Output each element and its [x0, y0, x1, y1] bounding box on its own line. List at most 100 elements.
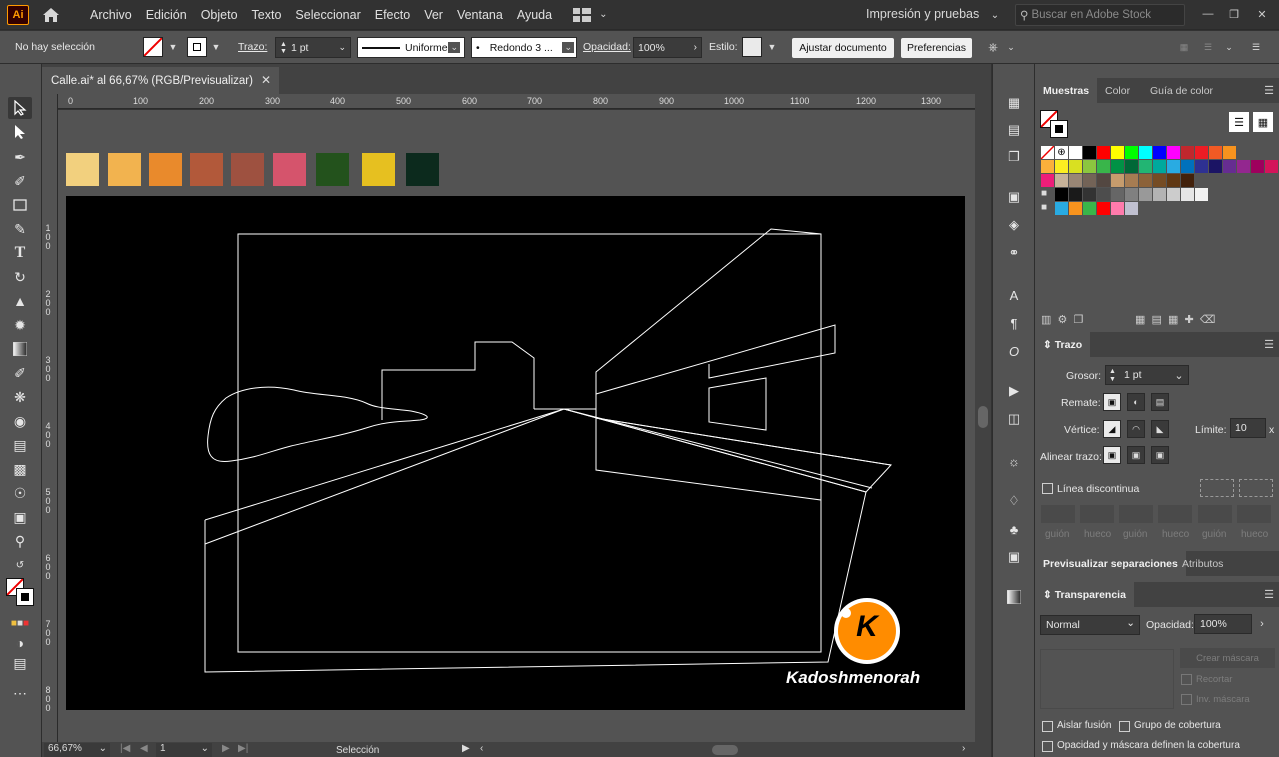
limit-field[interactable]: 10 — [1230, 418, 1266, 438]
pencil-tool-icon[interactable]: ✎ — [8, 218, 32, 240]
swatch[interactable] — [1083, 146, 1096, 159]
layers-icon[interactable]: ◈ — [1002, 214, 1026, 236]
transparency-opacity-field[interactable]: 100% — [1194, 614, 1252, 634]
restore-icon[interactable]: ❐ — [1224, 4, 1244, 24]
paragraph-icon[interactable]: ¶ — [1002, 312, 1026, 334]
chevron-down-icon[interactable]: ⌄ — [99, 743, 107, 754]
dash-field[interactable] — [1119, 505, 1153, 523]
swatch[interactable] — [1181, 188, 1194, 201]
none-swatch[interactable] — [1040, 145, 1055, 160]
chevron-down-icon[interactable]: ⌄ — [1126, 617, 1135, 629]
butt-cap-icon[interactable]: ▣ — [1103, 393, 1121, 411]
swatch[interactable] — [1153, 188, 1166, 201]
miter-join-icon[interactable]: ◢ — [1103, 420, 1121, 438]
next-artboard-icon[interactable]: ▶ — [222, 743, 230, 754]
swatch[interactable] — [1125, 146, 1138, 159]
swatch[interactable] — [1069, 188, 1082, 201]
opacity-label[interactable]: Opacidad: — [583, 41, 631, 53]
fill-stroke-indicator[interactable] — [6, 578, 36, 606]
tab-separations-preview[interactable]: Previsualizar separaciones — [1035, 551, 1186, 576]
dash-preserve-icon[interactable] — [1200, 479, 1234, 497]
swatch[interactable] — [1041, 160, 1054, 173]
swatch[interactable] — [1139, 188, 1152, 201]
clip-checkbox[interactable] — [1181, 674, 1192, 685]
graph-tool-icon[interactable]: ▤ — [8, 434, 32, 456]
close-tab-icon[interactable]: ✕ — [261, 73, 271, 87]
palette-chip[interactable] — [406, 153, 439, 186]
swatch[interactable] — [1125, 174, 1138, 187]
palette-chip[interactable] — [108, 153, 141, 186]
stepper-icon[interactable]: ▲ ▼ — [1109, 368, 1116, 384]
menu-ver[interactable]: Ver — [417, 8, 450, 22]
draw-mode-icon[interactable]: ◑ — [8, 632, 32, 654]
make-mask-button[interactable]: Crear máscara — [1180, 648, 1275, 668]
palette-chip[interactable] — [316, 153, 349, 186]
swatch[interactable] — [1181, 174, 1194, 187]
screen-mode-icon[interactable]: ▤ — [8, 652, 32, 674]
gap-field[interactable] — [1080, 505, 1114, 523]
palette-chip[interactable] — [231, 153, 264, 186]
minimize-icon[interactable]: — — [1198, 4, 1218, 24]
bar-chart-tool-icon[interactable]: ▩ — [8, 458, 32, 480]
swatch-libraries-icon[interactable]: ▥ ⚙ ❐ — [1041, 313, 1083, 326]
lasso-tool-icon[interactable]: ✹ — [8, 314, 32, 336]
swatch[interactable] — [1069, 160, 1082, 173]
registration-swatch[interactable]: ⊕ — [1055, 146, 1068, 159]
direct-selection-tool-icon[interactable] — [8, 121, 32, 143]
swatch[interactable] — [1041, 174, 1054, 187]
artboards-icon[interactable]: ▦ — [1002, 92, 1026, 114]
menu-texto[interactable]: Texto — [245, 8, 289, 22]
menu-icon[interactable]: ☰ — [1248, 37, 1264, 57]
dash-align-icon[interactable] — [1239, 479, 1273, 497]
variable-width-profile[interactable]: Uniforme ⌄ — [357, 37, 465, 58]
scroll-thumb[interactable] — [978, 406, 988, 428]
chevron-down-icon[interactable]: ▼ — [765, 37, 779, 57]
swatch[interactable] — [1097, 160, 1110, 173]
stroke-label[interactable]: Trazo: — [238, 41, 267, 53]
zoom-tool-icon[interactable]: ⚲ — [8, 530, 32, 552]
swatch[interactable] — [1083, 174, 1096, 187]
panel-menu-icon[interactable]: ☰ — [1264, 588, 1274, 601]
stepper-icon[interactable]: ▲ ▼ — [280, 41, 287, 55]
stroke-swatch[interactable] — [187, 37, 207, 57]
swatch[interactable] — [1069, 174, 1082, 187]
palette-chip[interactable] — [149, 153, 182, 186]
links-icon[interactable]: ⚭ — [1002, 242, 1026, 264]
shape-builder-tool-icon[interactable]: ☉ — [8, 482, 32, 504]
type-tool-icon[interactable]: T — [8, 242, 32, 264]
chevron-down-icon[interactable]: ▼ — [209, 37, 223, 57]
blend-mode-select[interactable]: Normal ⌄ — [1040, 615, 1140, 635]
status-menu-icon[interactable]: ▶ — [462, 743, 470, 754]
swatch[interactable] — [1111, 146, 1124, 159]
rectangle-tool-icon[interactable] — [8, 194, 32, 216]
curvature-tool-icon[interactable]: ✐ — [8, 170, 32, 192]
chevron-down-icon[interactable]: ⌄ — [1170, 365, 1188, 385]
tab-attributes[interactable]: Atributos — [1174, 551, 1231, 576]
document-tab[interactable]: Calle.ai* al 66,67% (RGB/Previsualizar) … — [42, 67, 279, 94]
swap-colors-icon[interactable]: ↺ — [8, 554, 32, 576]
swatch[interactable] — [1069, 202, 1082, 215]
swatch[interactable] — [1139, 174, 1152, 187]
stroke-swatch-indicator[interactable] — [16, 588, 34, 606]
stroke-weight-field[interactable]: ▲ ▼ 1 pt ⌄ — [275, 37, 351, 58]
swatch[interactable] — [1223, 160, 1236, 173]
menu-objeto[interactable]: Objeto — [194, 8, 245, 22]
tab-color[interactable]: Color — [1097, 78, 1138, 103]
canvas-area[interactable]: K Kadoshmenorah — [58, 110, 975, 742]
horizontal-scroll-thumb[interactable] — [712, 745, 738, 755]
swatch[interactable] — [1223, 146, 1236, 159]
color-mode-icons[interactable]: ■ ■ ■ — [8, 612, 32, 634]
rotate-tool-icon[interactable]: ↻ — [8, 266, 32, 288]
swatch[interactable] — [1139, 160, 1152, 173]
dash-field[interactable] — [1041, 505, 1075, 523]
scroll-left-icon[interactable]: ‹ — [480, 743, 483, 754]
artboard-number-field[interactable]: 1 ⌄ — [156, 743, 212, 757]
home-icon[interactable] — [41, 6, 61, 24]
swatch[interactable] — [1195, 160, 1208, 173]
panel-menu-icon[interactable]: ☰ — [1264, 338, 1274, 351]
swatch[interactable] — [1125, 188, 1138, 201]
swatch[interactable] — [1139, 146, 1152, 159]
chevron-down-icon[interactable]: ▼ — [166, 37, 180, 57]
swatch[interactable] — [1097, 202, 1110, 215]
swatch[interactable] — [1083, 160, 1096, 173]
